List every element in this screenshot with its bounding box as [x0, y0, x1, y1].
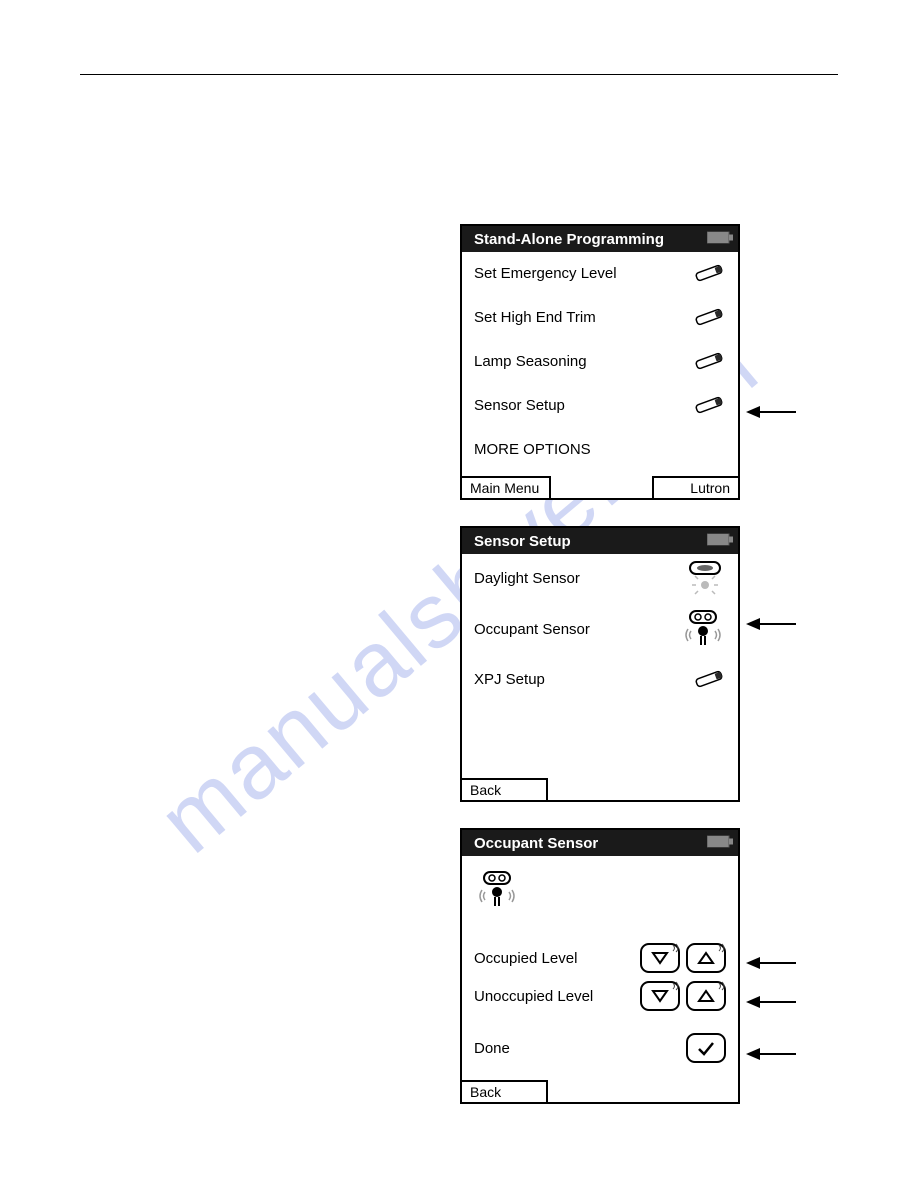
row-label: Set High End Trim: [474, 309, 690, 326]
ir-emitter-icon: [690, 263, 726, 283]
battery-icon: [707, 533, 733, 550]
daylight-sensor-row[interactable]: Daylight Sensor: [462, 554, 738, 604]
occupied-level-row: Occupied Level: [462, 939, 738, 977]
screen1-title: Stand-Alone Programming: [474, 231, 664, 248]
pointer-arrow-icon: [746, 402, 796, 422]
pointer-arrow-icon: [746, 614, 796, 634]
row-label: Lamp Seasoning: [474, 353, 690, 370]
row-label: MORE OPTIONS: [474, 441, 726, 458]
occupied-level-down-button[interactable]: [640, 943, 680, 973]
unoccupied-level-row: Unoccupied Level: [462, 977, 738, 1015]
row-label: Set Emergency Level: [474, 265, 690, 282]
back-button[interactable]: Back: [462, 1080, 548, 1102]
lamp-seasoning-row[interactable]: Lamp Seasoning: [462, 340, 738, 384]
occupancy-sensor-icon: [474, 870, 738, 915]
screen3-title: Occupant Sensor: [474, 835, 598, 852]
unoccupied-level-down-button[interactable]: [640, 981, 680, 1011]
occupant-sensor-screen: Occupant Sensor: [460, 828, 740, 1104]
standalone-programming-screen: Stand-Alone Programming Set Emergency Le…: [460, 224, 740, 500]
done-label: Done: [474, 1040, 680, 1057]
ir-emitter-icon: [690, 351, 726, 371]
pointer-arrow-icon: [746, 992, 796, 1012]
row-label: Daylight Sensor: [474, 570, 684, 587]
up-triangle-icon: [697, 951, 715, 965]
screen2-titlebar: Sensor Setup: [462, 528, 738, 554]
row-label: XPJ Setup: [474, 671, 690, 688]
screen1-titlebar: Stand-Alone Programming: [462, 226, 738, 252]
occupancy-sensor-icon: [680, 609, 726, 649]
sensor-setup-row[interactable]: Sensor Setup: [462, 384, 738, 428]
screen2-title: Sensor Setup: [474, 533, 571, 550]
row-label: Sensor Setup: [474, 397, 690, 414]
ir-emitter-icon: [690, 669, 726, 689]
done-button[interactable]: [686, 1033, 726, 1063]
more-options-row[interactable]: MORE OPTIONS: [462, 428, 738, 472]
up-triangle-icon: [697, 989, 715, 1003]
occupant-sensor-row[interactable]: Occupant Sensor: [462, 604, 738, 656]
done-row: Done: [462, 1029, 738, 1067]
unoccupied-level-label: Unoccupied Level: [474, 988, 634, 1005]
down-triangle-icon: [651, 989, 669, 1003]
screen3-titlebar: Occupant Sensor: [462, 830, 738, 856]
lutron-button[interactable]: Lutron: [652, 476, 738, 498]
battery-icon: [707, 231, 733, 248]
set-high-end-trim-row[interactable]: Set High End Trim: [462, 296, 738, 340]
unoccupied-level-up-button[interactable]: [686, 981, 726, 1011]
occupied-level-label: Occupied Level: [474, 950, 634, 967]
sensor-setup-screen: Sensor Setup Daylight Sensor: [460, 526, 740, 802]
pointer-arrow-icon: [746, 953, 796, 973]
occupied-level-up-button[interactable]: [686, 943, 726, 973]
main-menu-button[interactable]: Main Menu: [462, 476, 551, 498]
ir-emitter-icon: [690, 395, 726, 415]
pointer-arrow-icon: [746, 1044, 796, 1064]
down-triangle-icon: [651, 951, 669, 965]
ir-emitter-icon: [690, 307, 726, 327]
back-button[interactable]: Back: [462, 778, 548, 800]
battery-icon: [707, 835, 733, 852]
row-label: Occupant Sensor: [474, 621, 680, 638]
xpj-setup-row[interactable]: XPJ Setup: [462, 656, 738, 704]
set-emergency-level-row[interactable]: Set Emergency Level: [462, 252, 738, 296]
daylight-sensor-icon: [684, 560, 726, 596]
check-icon: [696, 1040, 716, 1056]
